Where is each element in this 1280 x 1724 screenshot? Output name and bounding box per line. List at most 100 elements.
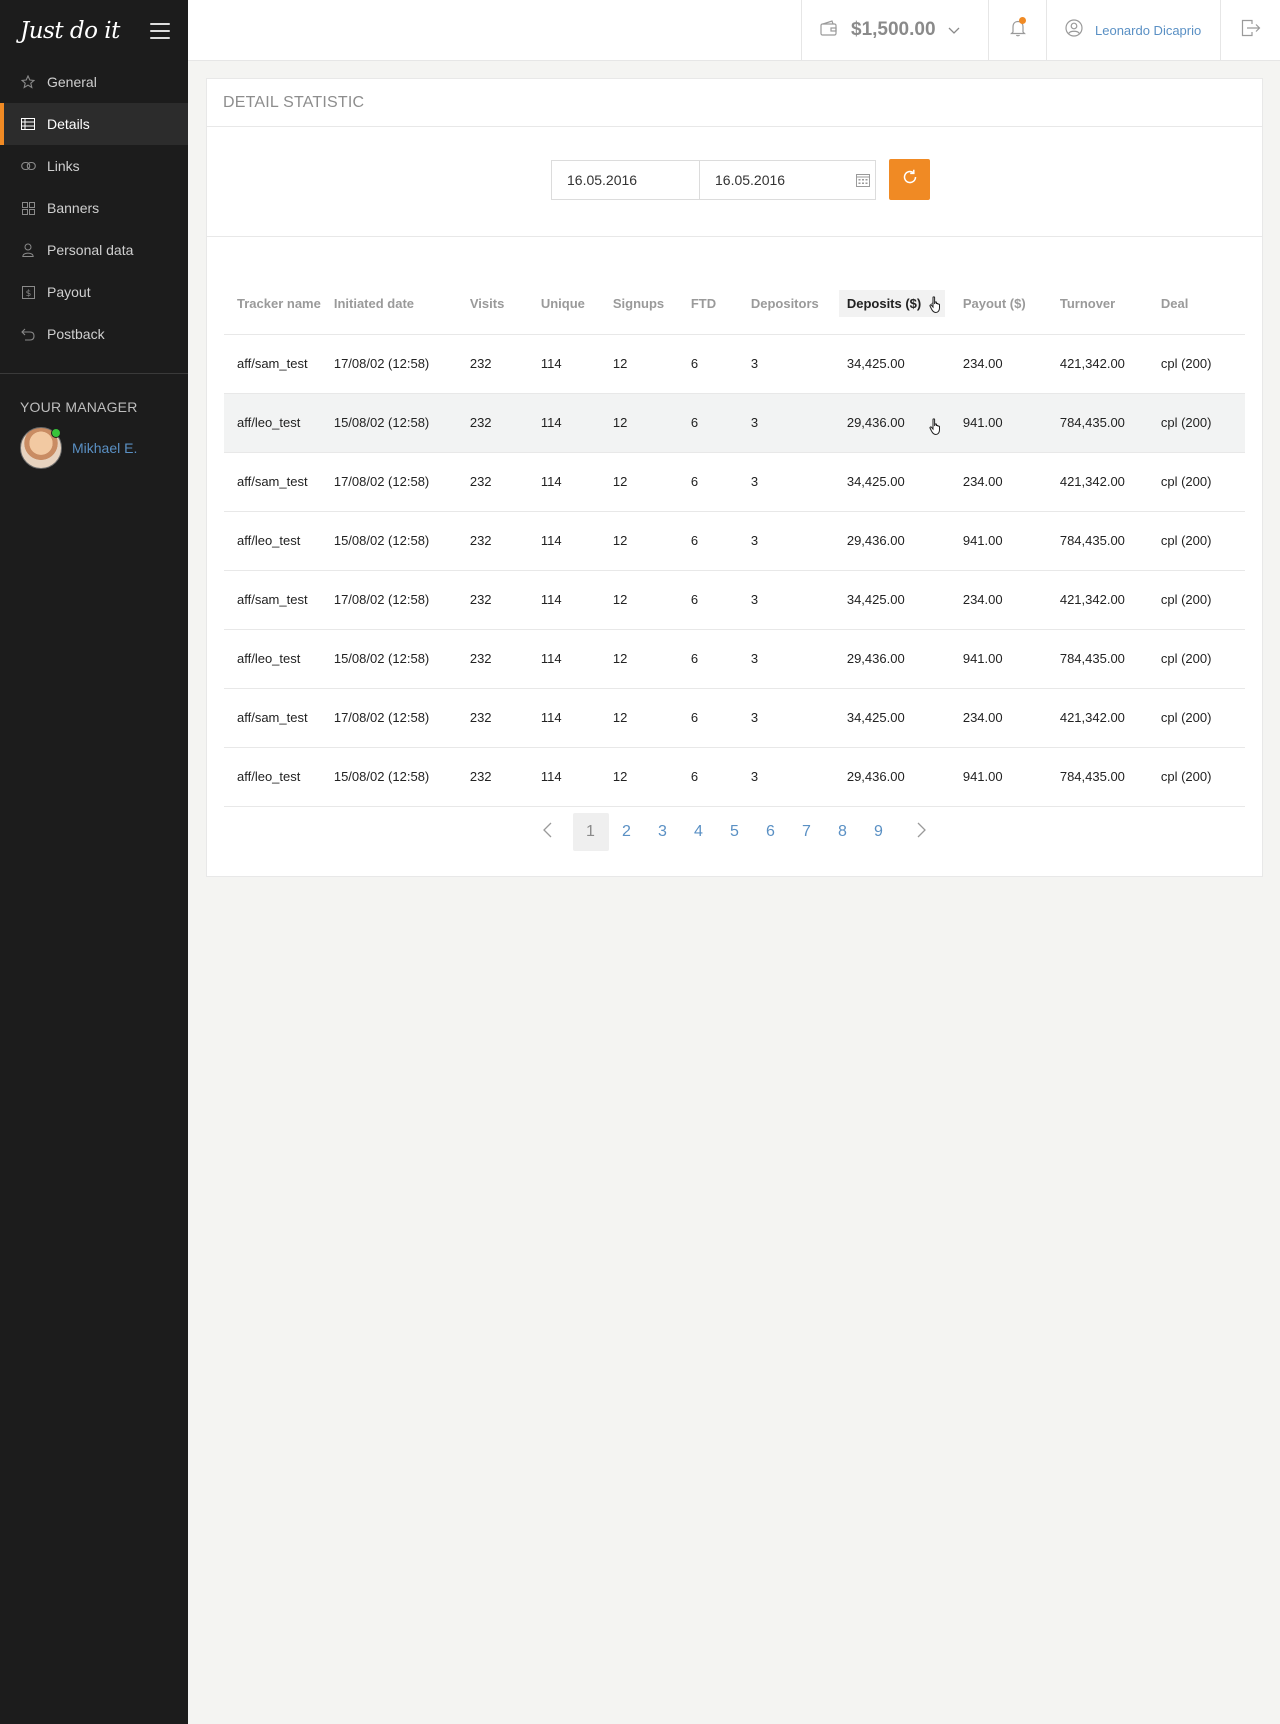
table-row[interactable]: aff/sam_test 17/08/02 (12:58) 232 114 12 6 3 34… [224,570,1245,630]
sidebar-item-details[interactable]: Details [0,103,188,145]
cell-ftd: 6 [677,393,738,453]
cell-deal: cpl (200) [1147,747,1245,807]
next-page-button[interactable] [897,813,947,851]
balance-amount: $1,500.00 [851,19,936,40]
col-depositors[interactable]: Depositors [737,274,834,335]
table-row[interactable]: aff/leo_test 15/08/02 (12:58) 232 114 12 6 3 29… [224,393,1245,453]
page-3-button[interactable]: 3 [645,813,681,851]
link-icon [20,159,36,173]
cell-ftd: 6 [677,570,738,630]
cell-unique: 114 [527,570,600,630]
cell-deposits: 34,425.00 [833,452,950,512]
date-from-input[interactable] [552,161,700,199]
grid-icon [20,201,36,215]
cell-unique: 114 [527,747,600,807]
table-row[interactable]: aff/leo_test 15/08/02 (12:58) 232 114 12 6 3 29… [224,629,1245,689]
cell-signups: 12 [599,629,678,689]
manager-name[interactable]: Mikhael E. [72,440,137,456]
undo-icon [20,327,36,341]
cell-turnover: 421,342.00 [1046,570,1148,630]
page-1-button[interactable]: 1 [572,813,609,851]
menu-toggle-icon[interactable] [150,22,170,39]
sidebar-item-label: Payout [47,284,91,300]
cell-visits: 232 [456,570,528,630]
sidebar-item-payout[interactable]: $ Payout [0,271,188,313]
cell-tracker-name: aff/leo_test [224,747,321,807]
cell-turnover: 784,435.00 [1046,747,1148,807]
user-menu[interactable]: Leonardo Dicaprio [1046,0,1220,60]
cell-ftd: 6 [677,629,738,689]
cell-turnover: 421,342.00 [1046,334,1148,394]
prev-page-button[interactable] [523,813,573,851]
cell-ftd: 6 [677,747,738,807]
page-2-button[interactable]: 2 [609,813,645,851]
sidebar-nav: General Details Links Banners Personal d… [0,61,188,355]
cell-deal: cpl (200) [1147,393,1245,453]
calendar-icon[interactable] [850,161,875,199]
cell-depositors: 3 [737,688,834,748]
table-row[interactable]: aff/leo_test 15/08/02 (12:58) 232 114 12 6 3 29… [224,747,1245,807]
cell-payout: 234.00 [949,688,1047,748]
balance-dropdown[interactable]: $1,500.00 [801,0,989,60]
table-body: aff/sam_test 17/08/02 (12:58) 232 114 12 6 3 34… [224,334,1245,807]
cell-initiated-date: 17/08/02 (12:58) [320,334,457,394]
chevron-down-icon [948,23,960,38]
cell-signups: 12 [599,452,678,512]
sidebar-item-label: Links [47,158,80,174]
col-deposits-label: Deposits ($) [846,296,922,312]
cell-payout: 234.00 [949,334,1047,394]
page-8-button[interactable]: 8 [825,813,861,851]
page-9-button[interactable]: 9 [861,813,897,851]
page-list: 123456789 [572,813,897,851]
page-7-button[interactable]: 7 [789,813,825,851]
cell-visits: 232 [456,334,528,394]
table-row[interactable]: aff/sam_test 17/08/02 (12:58) 232 114 12 6 3 34… [224,688,1245,748]
cell-payout: 941.00 [949,629,1047,689]
page-6-button[interactable]: 6 [753,813,789,851]
cell-payout: 941.00 [949,393,1047,453]
cell-deposits: 34,425.00 [833,570,950,630]
refresh-icon [902,169,918,190]
sidebar-item-banners[interactable]: Banners [0,187,188,229]
notifications-button[interactable] [988,0,1047,60]
table-row[interactable]: aff/sam_test 17/08/02 (12:58) 232 114 12 6 3 34… [224,334,1245,394]
sidebar-item-postback[interactable]: Postback [0,313,188,355]
cell-deposits: 29,436.00 [833,511,950,571]
col-signups[interactable]: Signups [599,274,678,335]
person-icon [20,243,36,257]
cell-signups: 12 [599,688,678,748]
logout-button[interactable] [1220,0,1280,60]
dollar-icon: $ [20,285,36,299]
col-visits[interactable]: Visits [456,274,528,335]
col-tracker-name[interactable]: Tracker name [224,274,321,335]
table-row[interactable]: aff/sam_test 17/08/02 (12:58) 232 114 12 6 3 34… [224,452,1245,512]
online-status-dot [51,428,61,438]
cell-deal: cpl (200) [1147,511,1245,571]
cell-initiated-date: 15/08/02 (12:58) [320,393,457,453]
col-unique[interactable]: Unique [527,274,600,335]
col-initiated-date[interactable]: Initiated date [320,274,457,335]
col-ftd[interactable]: FTD [677,274,738,335]
cell-unique: 114 [527,334,600,394]
cell-turnover: 421,342.00 [1046,452,1148,512]
col-payout[interactable]: Payout ($) [949,274,1047,335]
cell-depositors: 3 [737,629,834,689]
sidebar-item-personal-data[interactable]: Personal data [0,229,188,271]
col-deal[interactable]: Deal [1147,274,1245,335]
cell-signups: 12 [599,334,678,394]
page-5-button[interactable]: 5 [717,813,753,851]
cell-initiated-date: 15/08/02 (12:58) [320,629,457,689]
list-icon [20,117,36,131]
sidebar-item-links[interactable]: Links [0,145,188,187]
sidebar-item-general[interactable]: General [0,61,188,103]
cell-visits: 232 [456,629,528,689]
col-turnover[interactable]: Turnover [1046,274,1148,335]
page-4-button[interactable]: 4 [681,813,717,851]
cell-initiated-date: 17/08/02 (12:58) [320,452,457,512]
refresh-button[interactable] [889,159,930,200]
manager-card[interactable]: Mikhael E. [0,415,188,469]
cell-deal: cpl (200) [1147,570,1245,630]
date-to-input[interactable] [700,161,850,199]
table-row[interactable]: aff/leo_test 15/08/02 (12:58) 232 114 12 6 3 29… [224,511,1245,571]
logo[interactable]: Just do it [20,18,120,44]
